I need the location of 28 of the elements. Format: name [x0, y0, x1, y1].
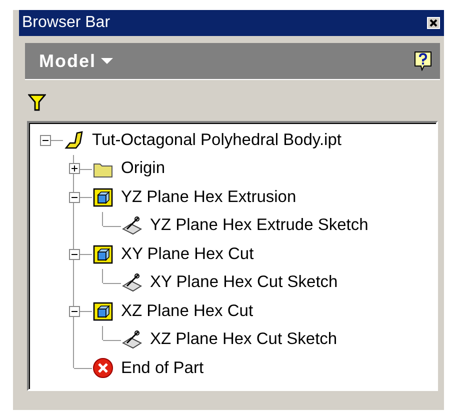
- cube-icon: [92, 186, 114, 208]
- tree-item[interactable]: YZ Plane Hex Extrusion: [121, 188, 296, 207]
- tree-item[interactable]: XZ Plane Hex Cut: [121, 302, 254, 321]
- expand-toggle[interactable]: [68, 248, 80, 260]
- part-icon: [63, 129, 85, 152]
- expand-toggle[interactable]: [68, 163, 80, 174]
- filter-icon[interactable]: [28, 94, 46, 111]
- sketch-icon: [121, 214, 143, 237]
- tree-item[interactable]: End of Part: [121, 358, 204, 378]
- tree-item[interactable]: YZ Plane Hex Extrude Sketch: [150, 216, 368, 236]
- caret-icon: [101, 57, 113, 65]
- help-icon[interactable]: [414, 51, 432, 71]
- error-icon: [92, 357, 114, 380]
- tree-item[interactable]: Origin: [121, 159, 166, 178]
- cube-icon: [92, 300, 114, 322]
- close-icon[interactable]: [427, 17, 440, 29]
- tree-item[interactable]: XY Plane Hex Cut Sketch: [150, 273, 338, 292]
- model-dropdown[interactable]: Model: [39, 50, 113, 72]
- sketch-icon: [121, 328, 143, 351]
- tree-item[interactable]: Tut-Octagonal Polyhedral Body.ipt: [92, 130, 342, 150]
- tree-item[interactable]: XY Plane Hex Cut: [121, 244, 254, 264]
- window-title: Browser Bar: [22, 14, 110, 32]
- tree-item[interactable]: XZ Plane Hex Cut Sketch: [150, 330, 338, 350]
- expand-toggle[interactable]: [40, 134, 50, 146]
- expand-toggle[interactable]: [68, 306, 80, 317]
- expand-toggle[interactable]: [68, 192, 80, 203]
- cube-icon: [92, 243, 114, 266]
- sketch-icon: [121, 272, 143, 294]
